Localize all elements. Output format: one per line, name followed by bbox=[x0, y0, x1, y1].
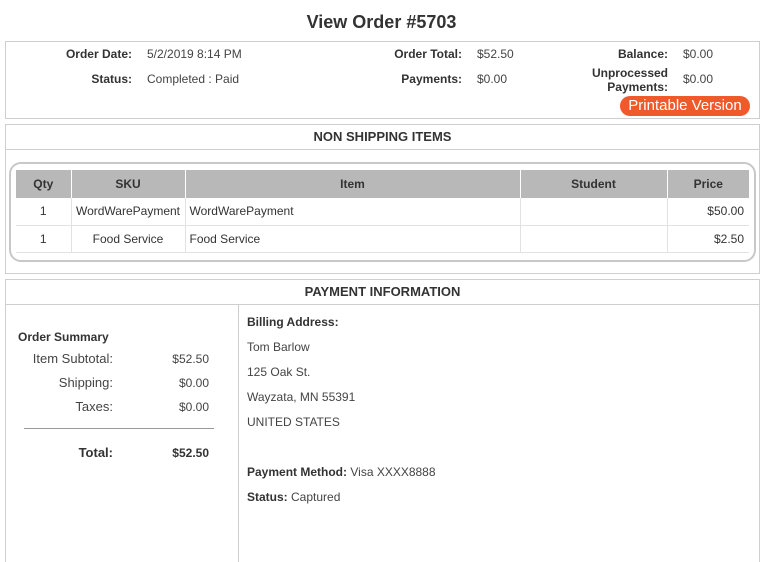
payment-method-value: Visa XXXX8888 bbox=[350, 465, 436, 479]
billing-country: UNITED STATES bbox=[247, 415, 340, 429]
payment-status-label: Status: bbox=[247, 490, 288, 504]
total-label: Total: bbox=[78, 445, 113, 460]
balance-label: Balance: bbox=[617, 47, 668, 61]
total-value: $52.50 bbox=[172, 446, 209, 460]
payment-information-panel: PAYMENT INFORMATION Order Summary Item S… bbox=[5, 279, 760, 562]
order-date-label: Order Date: bbox=[65, 47, 132, 61]
taxes-value: $0.00 bbox=[178, 400, 209, 414]
balance-value: $0.00 bbox=[683, 47, 714, 61]
column-divider bbox=[238, 305, 239, 562]
column-header-item: Item bbox=[185, 170, 521, 198]
taxes-label: Taxes: bbox=[75, 399, 113, 414]
row-price: $50.00 bbox=[667, 198, 749, 226]
payment-section-header: PAYMENT INFORMATION bbox=[6, 280, 759, 305]
column-header-sku: SKU bbox=[71, 170, 186, 198]
row-sku: Food Service bbox=[71, 225, 186, 253]
payment-method-label: Payment Method: bbox=[247, 465, 348, 479]
billing-address-label: Billing Address: bbox=[247, 315, 339, 329]
order-total-value: $52.50 bbox=[477, 47, 514, 61]
order-date-value: 5/2/2019 8:14 PM bbox=[147, 47, 242, 61]
payment-method: Payment Method: Visa XXXX8888 bbox=[247, 465, 436, 479]
items-table: Qty SKU Item Student Price 1 WordWarePay… bbox=[16, 170, 749, 253]
printable-version-button[interactable]: Printable Version bbox=[620, 96, 750, 116]
column-header-price: Price bbox=[667, 170, 749, 198]
row-qty: 1 bbox=[16, 198, 72, 226]
non-shipping-items-panel: NON SHIPPING ITEMS Qty SKU Item Student … bbox=[5, 124, 760, 274]
column-header-qty: Qty bbox=[16, 170, 72, 198]
column-header-student: Student bbox=[520, 170, 668, 198]
unprocessed-label-line2: Payments: bbox=[607, 80, 668, 94]
order-summary-panel: Order Date: 5/2/2019 8:14 PM Status: Com… bbox=[5, 41, 760, 119]
row-item: WordWarePayment bbox=[185, 198, 521, 226]
billing-city: Wayzata, MN 55391 bbox=[247, 390, 356, 404]
payment-status: Status: Captured bbox=[247, 490, 340, 504]
items-section-header: NON SHIPPING ITEMS bbox=[6, 125, 759, 150]
payments-label: Payments: bbox=[401, 72, 462, 86]
unprocessed-value: $0.00 bbox=[683, 72, 714, 86]
unprocessed-label-line1: Unprocessed bbox=[591, 66, 668, 80]
row-item: Food Service bbox=[185, 225, 521, 253]
page-title: View Order #5703 bbox=[306, 12, 457, 32]
order-total-label: Order Total: bbox=[394, 47, 462, 61]
row-student bbox=[520, 198, 668, 226]
items-table-frame: Qty SKU Item Student Price 1 WordWarePay… bbox=[9, 162, 756, 262]
payments-value: $0.00 bbox=[477, 72, 508, 86]
status-value: Completed : Paid bbox=[147, 72, 240, 86]
order-summary-title: Order Summary bbox=[18, 330, 109, 344]
status-label: Status: bbox=[91, 72, 132, 86]
items-table-header-row: Qty SKU Item Student Price bbox=[16, 170, 749, 198]
billing-street: 125 Oak St. bbox=[247, 365, 311, 379]
shipping-label: Shipping: bbox=[58, 375, 113, 390]
row-student bbox=[520, 225, 668, 253]
shipping-value: $0.00 bbox=[178, 376, 209, 390]
table-row: 1 Food Service Food Service $2.50 bbox=[16, 225, 749, 253]
billing-name: Tom Barlow bbox=[247, 340, 310, 354]
item-subtotal-label: Item Subtotal: bbox=[32, 351, 113, 366]
payment-status-value: Captured bbox=[291, 490, 341, 504]
row-price: $2.50 bbox=[667, 225, 749, 253]
summary-divider bbox=[24, 428, 214, 429]
row-qty: 1 bbox=[16, 225, 72, 253]
row-sku: WordWarePayment bbox=[71, 198, 186, 226]
item-subtotal-value: $52.50 bbox=[172, 352, 209, 366]
table-row: 1 WordWarePayment WordWarePayment $50.00 bbox=[16, 198, 749, 226]
